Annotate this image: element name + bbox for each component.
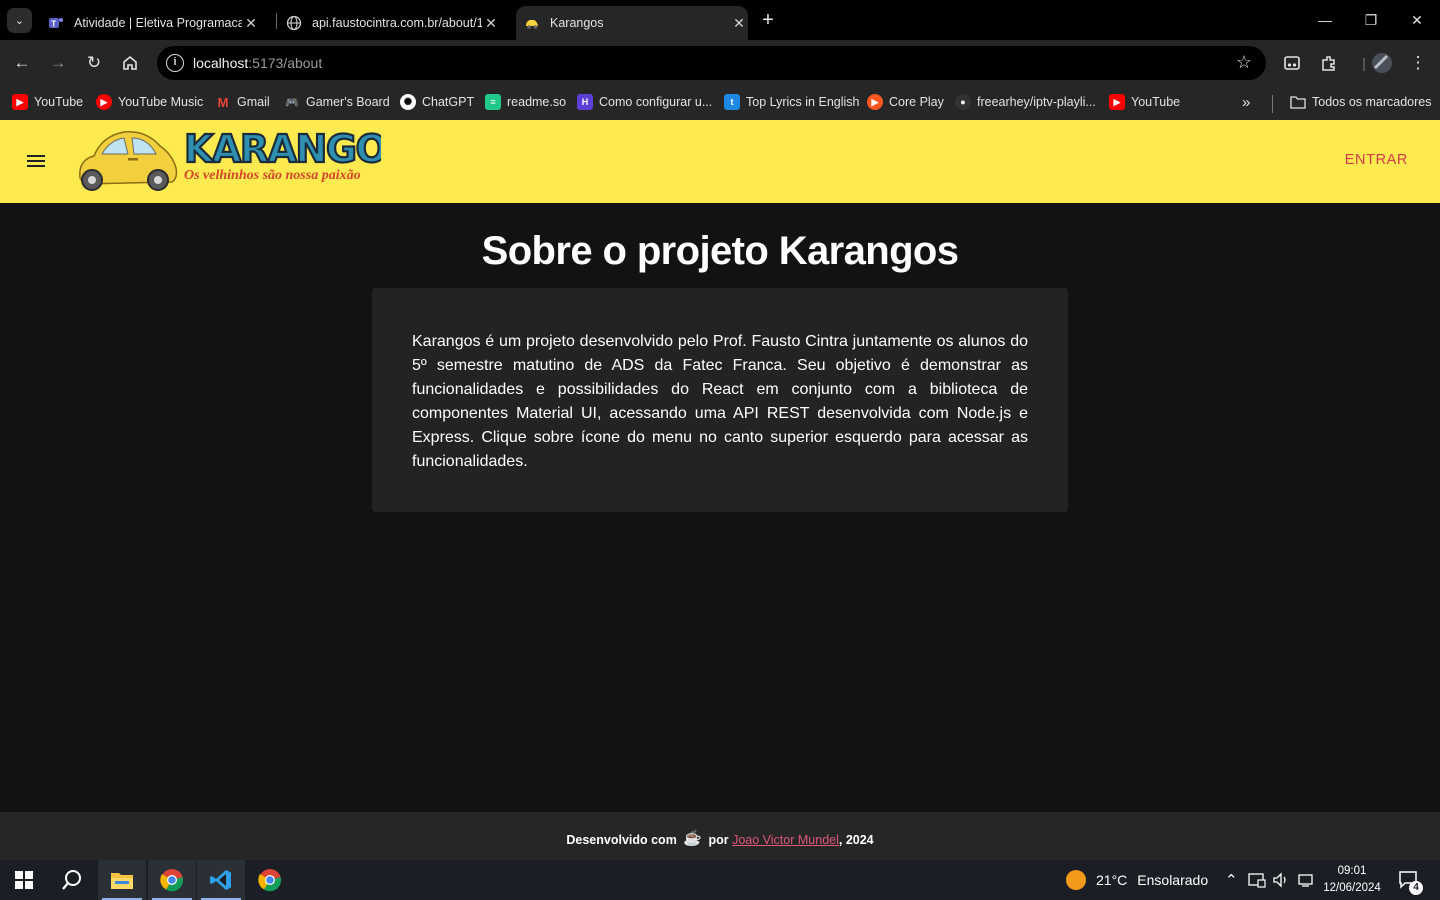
tab-search-button[interactable]: ⌄	[7, 8, 32, 33]
readme-icon: ≡	[485, 94, 501, 110]
close-icon[interactable]: ✕	[482, 15, 500, 32]
weather-widget[interactable]: 21°C Ensolarado	[1066, 860, 1208, 900]
tab-karangos[interactable]: Karangos ✕	[516, 6, 748, 40]
bookmark-iptv[interactable]: ● freearhey/iptv-playli...	[955, 92, 1096, 112]
weather-text: Ensolarado	[1137, 872, 1209, 888]
profile-avatar[interactable]	[1370, 51, 1394, 75]
hostinger-icon: H	[577, 94, 593, 110]
page-title: Sobre o projeto Karangos	[481, 229, 959, 273]
close-icon[interactable]: ✕	[730, 15, 748, 32]
more-bookmarks-icon[interactable]: »	[1242, 92, 1250, 112]
chrome-taskbar-icon-2[interactable]	[246, 860, 294, 900]
windows-start-icon[interactable]	[0, 860, 48, 900]
close-icon[interactable]: ✕	[242, 15, 260, 32]
svg-text:T: T	[51, 20, 56, 29]
youtube-music-icon: ▶	[96, 94, 112, 110]
window-close-icon[interactable]: ✕	[1407, 10, 1427, 30]
bookmark-readme[interactable]: ≡ readme.so	[485, 92, 566, 112]
folder-icon	[1290, 94, 1306, 110]
extensions-icon[interactable]	[1317, 51, 1341, 75]
core-play-icon: ▶	[867, 94, 883, 110]
reload-icon[interactable]: ↻	[82, 51, 106, 75]
forward-icon[interactable]: →	[46, 51, 70, 75]
file-explorer-icon[interactable]	[98, 860, 146, 900]
chrome-taskbar-icon[interactable]	[148, 860, 196, 900]
footer-by: por	[708, 833, 729, 847]
clock-date: 12/06/2024	[1323, 882, 1381, 894]
author-link[interactable]: Joao Victor Mundel	[732, 833, 839, 847]
about-description: Karangos é um projeto desenvolvido pelo …	[412, 333, 1028, 470]
login-button[interactable]: ENTRAR	[1345, 152, 1408, 168]
coffee-icon: ☕	[683, 830, 702, 847]
main-content: Sobre o projeto Karangos Karangos é um p…	[0, 203, 1440, 812]
bookmarks-bar: ▶ YouTube ▶ YouTube Music M Gmail 🎮 Gamer's …	[0, 86, 1440, 120]
notification-count: 4	[1409, 881, 1423, 895]
car-icon	[524, 15, 540, 31]
site-info-icon[interactable]: i	[166, 54, 184, 72]
new-tab-button[interactable]: +	[757, 9, 779, 31]
bookmark-gamers-board[interactable]: 🎮 Gamer's Board	[284, 92, 390, 112]
teams-icon: T	[48, 15, 64, 31]
bookmark-youtube[interactable]: ▶ YouTube	[12, 92, 83, 112]
bookmark-star-icon[interactable]: ☆	[1236, 52, 1252, 73]
url-text[interactable]: localhost:5173/about	[193, 55, 322, 71]
gmail-icon: M	[217, 94, 229, 110]
bookmark-youtube-music[interactable]: ▶ YouTube Music	[96, 92, 203, 112]
clock-time: 09:01	[1337, 865, 1367, 877]
search-icon[interactable]	[48, 860, 96, 900]
youtube-icon: ▶	[1109, 94, 1125, 110]
speaker-icon[interactable]	[1272, 860, 1290, 900]
more-menu-icon[interactable]: ⋮	[1406, 51, 1430, 75]
bookmark-youtube-2[interactable]: ▶ YouTube	[1109, 92, 1180, 112]
bookmark-gmail[interactable]: M Gmail	[215, 92, 270, 112]
browser-toolbar: ← → ↻ i localhost:5173/about ☆ | ⋮	[0, 40, 1440, 86]
tab-title: Karangos	[550, 16, 604, 30]
sun-icon	[1066, 870, 1086, 890]
tab-api[interactable]: api.faustocintra.com.br/about/1 ✕	[278, 6, 508, 40]
address-bar[interactable]: i localhost:5173/about ☆	[157, 46, 1266, 80]
footer-prefix: Desenvolvido com	[566, 833, 677, 847]
globe-icon	[286, 15, 302, 31]
vscode-icon[interactable]	[197, 860, 245, 900]
bookmark-core-play[interactable]: ▶ Core Play	[867, 92, 944, 112]
chatgpt-icon: ✺	[400, 94, 416, 110]
tab-atividade[interactable]: T Atividade | Eletiva Programacao ✕	[40, 6, 272, 40]
weather-temp: 21°C	[1096, 872, 1128, 888]
minimize-icon[interactable]: —	[1315, 10, 1335, 30]
restore-icon[interactable]: ❐	[1361, 10, 1381, 30]
bookmark-chatgpt[interactable]: ✺ ChatGPT	[400, 92, 474, 112]
gamepad-icon: 🎮	[285, 96, 299, 109]
github-icon: ●	[955, 94, 971, 110]
app-bar: KARANGOS Os velhinhos são nossa paixão E…	[0, 120, 1440, 203]
lyrics-icon: t	[724, 94, 740, 110]
home-icon[interactable]	[118, 51, 142, 75]
footer: Desenvolvido com ☕ por Joao Victor Munde…	[0, 812, 1440, 860]
back-icon[interactable]: ←	[10, 51, 34, 75]
system-clock[interactable]: 09:01 12/06/2024	[1318, 863, 1386, 897]
tray-expand-icon[interactable]: ⌃	[1225, 860, 1238, 900]
youtube-icon: ▶	[12, 94, 28, 110]
logo-text: KARANGOS	[184, 127, 381, 171]
tab-title: Atividade | Eletiva Programacao	[74, 16, 242, 30]
windows-taskbar: 21°C Ensolarado ⌃ 09:01 12/06/2024 4	[0, 860, 1440, 900]
display-icon[interactable]	[1296, 860, 1314, 900]
logo-tagline: Os velhinhos são nossa paixão	[184, 168, 361, 183]
all-bookmarks-folder[interactable]: Todos os marcadores	[1290, 92, 1432, 112]
about-card: Karangos é um projeto desenvolvido pelo …	[372, 288, 1068, 512]
notification-center-icon[interactable]: 4	[1398, 860, 1423, 900]
bookmark-como-configurar[interactable]: H Como configurar u...	[577, 92, 712, 112]
footer-year: , 2024	[838, 833, 874, 847]
bookmarks-divider	[1272, 95, 1273, 113]
hamburger-menu-icon[interactable]	[22, 147, 50, 175]
network-security-icon[interactable]	[1248, 860, 1266, 900]
karangos-logo[interactable]: KARANGOS Os velhinhos são nossa paixão	[76, 124, 415, 196]
tab-strip: ⌄ T Atividade | Eletiva Programacao ✕ ap…	[0, 0, 1440, 40]
bookmark-top-lyrics[interactable]: t Top Lyrics in English	[724, 92, 859, 112]
reading-mode-icon[interactable]	[1280, 51, 1304, 75]
tab-title: api.faustocintra.com.br/about/1	[312, 16, 482, 30]
tab-divider	[276, 13, 277, 29]
